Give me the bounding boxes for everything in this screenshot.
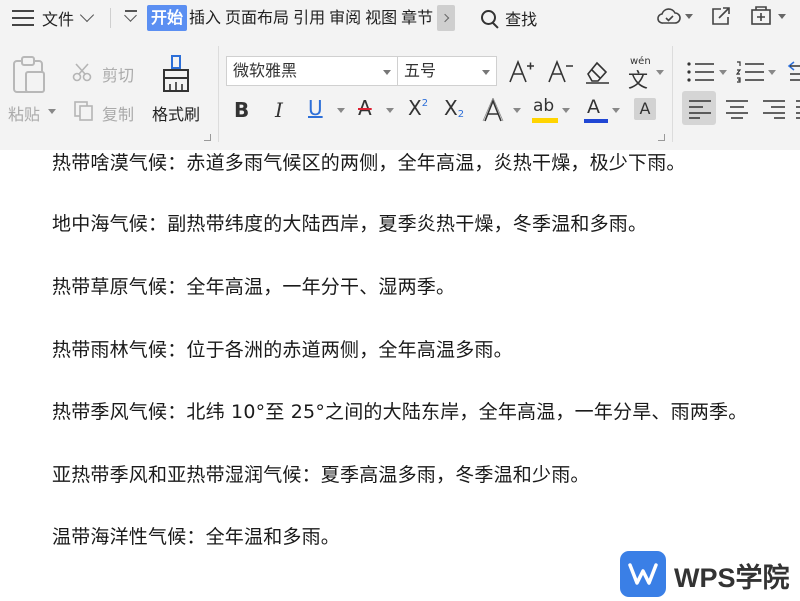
phonetic-dropdown-icon[interactable] [656,70,664,75]
wps-logo-icon [620,551,666,597]
share-icon [712,7,730,25]
cloud-sync-icon [657,8,681,24]
share-button[interactable] [709,5,733,27]
align-left-icon[interactable] [688,99,712,119]
document-paragraph[interactable]: 地中海气候：副热带纬度的大陆西岸，夏季炎热干燥，冬季温和多雨。 [52,209,647,236]
highlight-dropdown-icon[interactable] [562,108,570,113]
chevron-down-icon[interactable] [79,7,95,23]
align-center-icon[interactable] [725,99,749,119]
tab-page-layout[interactable]: 页面布局 [223,5,291,31]
cloud-sync-button[interactable] [656,5,693,27]
text-effects-dropdown-icon[interactable] [513,108,521,113]
align-right-icon[interactable] [762,99,786,119]
document-paragraph[interactable]: 热带雨林气候：位于各洲的赤道两侧，全年高温多雨。 [52,335,513,362]
paste-dropdown-icon[interactable] [48,109,56,114]
superscript-icon[interactable]: X2 [408,96,428,120]
highlight-icon: ab [533,96,555,116]
underline-icon[interactable]: U [308,96,323,120]
document-canvas[interactable]: 热带啥漠气候：赤道多雨气候区的两侧，全年高温，炎热干燥，极少下雨。 地中海气候：… [0,150,800,600]
format-painter-icon[interactable] [160,54,192,94]
font-name-select[interactable]: 微软雅黑 [226,56,398,86]
tab-references[interactable]: 引用 [291,5,327,31]
strikethrough-dropdown-icon[interactable] [386,108,394,113]
paste-icon[interactable] [12,56,46,94]
tab-section[interactable]: 章节 [399,5,435,31]
tab-insert[interactable]: 插入 [187,5,223,31]
strikethrough-icon[interactable]: A [358,96,372,120]
grow-font-icon[interactable] [507,58,535,86]
shrink-font-icon[interactable] [546,58,574,86]
import-dropdown-icon[interactable] [778,13,786,19]
cloud-dropdown-icon[interactable] [685,13,693,19]
character-shading-icon[interactable]: A [634,98,656,120]
tab-view[interactable]: 视图 [363,5,399,31]
file-menu[interactable]: 文件 [42,6,74,30]
search-icon [481,10,497,26]
text-effects-icon[interactable] [482,98,508,124]
bullet-list-icon[interactable] [686,60,716,84]
bullet-list-dropdown-icon[interactable] [719,70,727,75]
copy-icon [74,101,93,121]
document-paragraph[interactable]: 热带季风气候：北纬 10°至 25°之间的大陆东岸，全年高温，一年分旱、雨两季。 [52,397,747,424]
justify-icon[interactable] [796,99,800,119]
tab-home[interactable]: 开始 [147,5,188,31]
search-button[interactable]: 查找 [481,6,537,30]
cut-button[interactable]: 剪切 [102,62,134,86]
ribbon-divider [218,46,219,142]
numbered-list-icon[interactable] [736,60,766,84]
ribbon-divider [672,46,673,142]
menu-divider [110,8,112,28]
ribbon-toolbar: 粘贴 剪切 复制 格式刷 微软雅黑 五号 wén 文 B I U A X 2 X… [0,36,800,151]
document-paragraph[interactable]: 热带草原气候：全年高温，一年分干、湿两季。 [52,272,455,299]
decrease-indent-icon[interactable] [786,60,800,84]
more-tabs-arrow-icon[interactable] [437,5,456,31]
clipboard-group-launcher[interactable] [204,134,211,141]
paste-button[interactable]: 粘贴 [8,101,40,125]
search-label: 查找 [505,10,538,29]
document-paragraph[interactable]: 温带海洋性气候：全年温和多雨。 [52,522,340,549]
font-color-dropdown-icon[interactable] [612,108,620,113]
highlight-color-bar [532,118,558,123]
import-button[interactable] [749,5,786,27]
document-paragraph[interactable]: 亚热带季风和亚热带湿润气候：夏季高温多雨，冬季温和少雨。 [52,460,590,487]
italic-icon[interactable]: I [275,98,283,122]
phonetic-guide-button[interactable]: wén 文 [626,56,654,92]
font-group-launcher[interactable] [658,134,665,141]
underline-dropdown-icon[interactable] [337,108,345,113]
font-size-value: 五号 [404,61,437,80]
subscript-icon[interactable]: X2 [444,96,464,120]
font-color-bar [584,119,608,123]
chevron-down-icon [482,70,490,75]
numbered-list-dropdown-icon[interactable] [768,70,776,75]
font-color-icon: A [587,96,600,118]
highlight-color-button[interactable]: ab [531,96,559,128]
scissors-icon [72,63,92,82]
document-paragraph[interactable]: 热带啥漠气候：赤道多雨气候区的两侧，全年高温，炎热干燥，极少下雨。 [52,148,686,175]
collapse-ribbon-icon[interactable] [123,10,139,26]
import-icon [751,6,771,25]
menu-bar: 文件 开始 插入 页面布局 引用 审阅 视图 章节 查找 [0,0,800,36]
tab-review[interactable]: 审阅 [327,5,363,31]
chevron-down-icon [383,70,391,75]
bold-icon[interactable]: B [234,98,249,122]
phonetic-guide-icon: 文 [628,68,648,92]
clear-format-icon[interactable] [583,59,611,85]
font-size-select[interactable]: 五号 [397,56,497,86]
font-name-value: 微软雅黑 [233,61,298,80]
menu-icon[interactable] [12,10,34,26]
wps-academy-watermark: WPS学院 [674,563,790,593]
font-color-button[interactable]: A [583,96,609,128]
copy-button[interactable]: 复制 [102,101,134,125]
format-painter-button[interactable]: 格式刷 [152,101,200,125]
